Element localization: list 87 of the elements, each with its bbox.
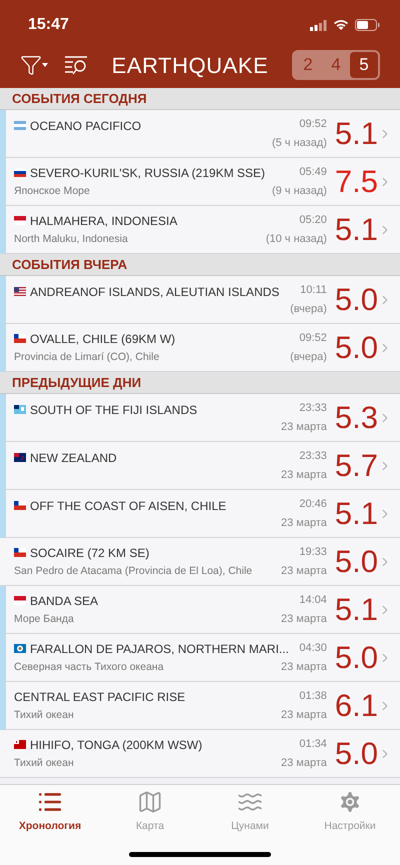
flag-icon bbox=[14, 216, 26, 226]
event-when: (9 ч назад) bbox=[272, 184, 327, 198]
event-place: CENTRAL EAST PACIFIC RISE bbox=[14, 688, 186, 706]
event-when: 23 марта bbox=[281, 420, 327, 434]
section-header: СОБЫТИЯ ВЧЕРА bbox=[0, 254, 400, 276]
filter-button[interactable] bbox=[20, 54, 48, 76]
flag-icon bbox=[14, 740, 26, 750]
event-when: 23 марта bbox=[281, 660, 327, 674]
event-region: Японское Море bbox=[14, 184, 91, 199]
battery-icon bbox=[355, 19, 380, 31]
event-when: 23 марта bbox=[281, 516, 327, 530]
magnitude-value: 5.0 bbox=[334, 332, 378, 363]
event-place: HALMAHERA, INDONESIA bbox=[30, 212, 178, 230]
event-when: 23 марта bbox=[281, 468, 327, 482]
event-time: 10:11 bbox=[300, 283, 327, 298]
app-title: EARTHQUAKE bbox=[112, 52, 268, 80]
event-when: 23 марта bbox=[281, 612, 327, 626]
event-time: 23:33 bbox=[299, 449, 327, 464]
magnitude-value: 5.0 bbox=[334, 642, 378, 673]
magnitude-option[interactable]: 5 bbox=[350, 52, 378, 78]
event-time: 20:46 bbox=[299, 497, 327, 512]
event-when: (вчера) bbox=[290, 302, 327, 316]
section-header: СОБЫТИЯ СЕГОДНЯ bbox=[0, 88, 400, 110]
magnitude-value: 5.1 bbox=[334, 498, 378, 529]
event-time: 09:52 bbox=[299, 331, 327, 346]
map-icon bbox=[137, 789, 163, 815]
magnitude-value: 5.1 bbox=[334, 118, 378, 149]
event-when: (10 ч назад) bbox=[266, 232, 327, 246]
section-header: ПРЕДЫДУЩИЕ ДНИ bbox=[0, 372, 400, 394]
caret-icon bbox=[42, 62, 48, 68]
event-region: Море Банда bbox=[14, 612, 75, 627]
event-region: San Pedro de Atacama (Provincia de El Loa), Chile bbox=[14, 564, 254, 579]
signal-icon bbox=[310, 20, 327, 30]
event-time: 09:52 bbox=[299, 117, 327, 132]
event-region: North Maluku, Indonesia bbox=[14, 232, 129, 247]
event-time: 01:38 bbox=[299, 689, 327, 704]
magnitude-value: 5.1 bbox=[334, 214, 378, 245]
tab-bar-item[interactable]: Хронология bbox=[0, 789, 100, 835]
event-time: 04:30 bbox=[299, 641, 327, 656]
flag-icon bbox=[14, 644, 26, 654]
flag-icon bbox=[14, 548, 26, 558]
event-time: 14:04 bbox=[299, 593, 327, 608]
event-time: 01:34 bbox=[299, 737, 327, 752]
status-time: 15:47 bbox=[28, 15, 69, 35]
event-time: 05:20 bbox=[299, 213, 327, 228]
event-time: 23:33 bbox=[299, 401, 327, 416]
magnitude-value: 5.0 bbox=[334, 738, 378, 769]
event-region: Северная часть Тихого океана bbox=[14, 660, 165, 675]
magnitude-value: 5.0 bbox=[334, 284, 378, 315]
magnitude-value: 5.7 bbox=[334, 450, 378, 481]
flag-icon bbox=[14, 596, 26, 606]
event-place: ANDREANOF ISLANDS, ALEUTIAN ISLANDS bbox=[30, 284, 280, 300]
event-place: NEW ZEALAND bbox=[30, 450, 117, 466]
magnitude-value: 5.3 bbox=[334, 402, 378, 433]
magnitude-value: 6.1 bbox=[334, 690, 378, 721]
magnitude-value: 5.1 bbox=[334, 594, 378, 625]
wifi-icon bbox=[333, 19, 349, 31]
flag-icon bbox=[14, 121, 26, 130]
event-region: Тихий океан bbox=[14, 756, 75, 771]
event-when: 23 марта bbox=[281, 564, 327, 578]
flag-icon bbox=[14, 405, 26, 414]
event-time: 05:49 bbox=[299, 165, 327, 180]
event-place: HIHIFO, TONGA (200KM WSW) bbox=[30, 736, 202, 754]
flag-icon bbox=[14, 287, 26, 296]
flag-icon bbox=[14, 168, 26, 178]
magnitude-value: 5.0 bbox=[334, 546, 378, 577]
event-region: Тихий океан bbox=[14, 708, 75, 723]
event-place: SOUTH OF THE FIJI ISLANDS bbox=[30, 402, 198, 418]
flag-icon bbox=[14, 334, 26, 344]
event-region: Provincia de Limarí (CO), Chile bbox=[14, 350, 160, 365]
event-when: (вчера) bbox=[290, 350, 327, 364]
event-place: OFF THE COAST OF AISEN, CHILE bbox=[30, 498, 226, 514]
event-time: 19:33 bbox=[299, 545, 327, 560]
flag-icon bbox=[14, 453, 26, 462]
event-place: FARALLON DE PAJAROS, NORTHERN MARI... bbox=[30, 640, 289, 658]
magnitude-value: 7.5 bbox=[334, 166, 378, 197]
event-when: (5 ч назад) bbox=[272, 136, 327, 150]
event-place: BANDA SEA bbox=[30, 592, 98, 610]
event-place: SEVERO-KURIL'SK, RUSSIA (219KM SSE) bbox=[30, 164, 266, 182]
search-list-button[interactable] bbox=[64, 54, 88, 76]
filter-icon bbox=[20, 54, 42, 76]
event-when: 23 марта bbox=[281, 756, 327, 770]
event-when: 23 марта bbox=[281, 708, 327, 722]
event-place: OCEANO PACIFICO bbox=[30, 118, 142, 134]
flag-icon bbox=[14, 501, 26, 510]
event-place: OVALLE, CHILE (69KM W) bbox=[30, 330, 176, 348]
event-place: SOCAIRE (72 KM SE) bbox=[30, 544, 150, 562]
